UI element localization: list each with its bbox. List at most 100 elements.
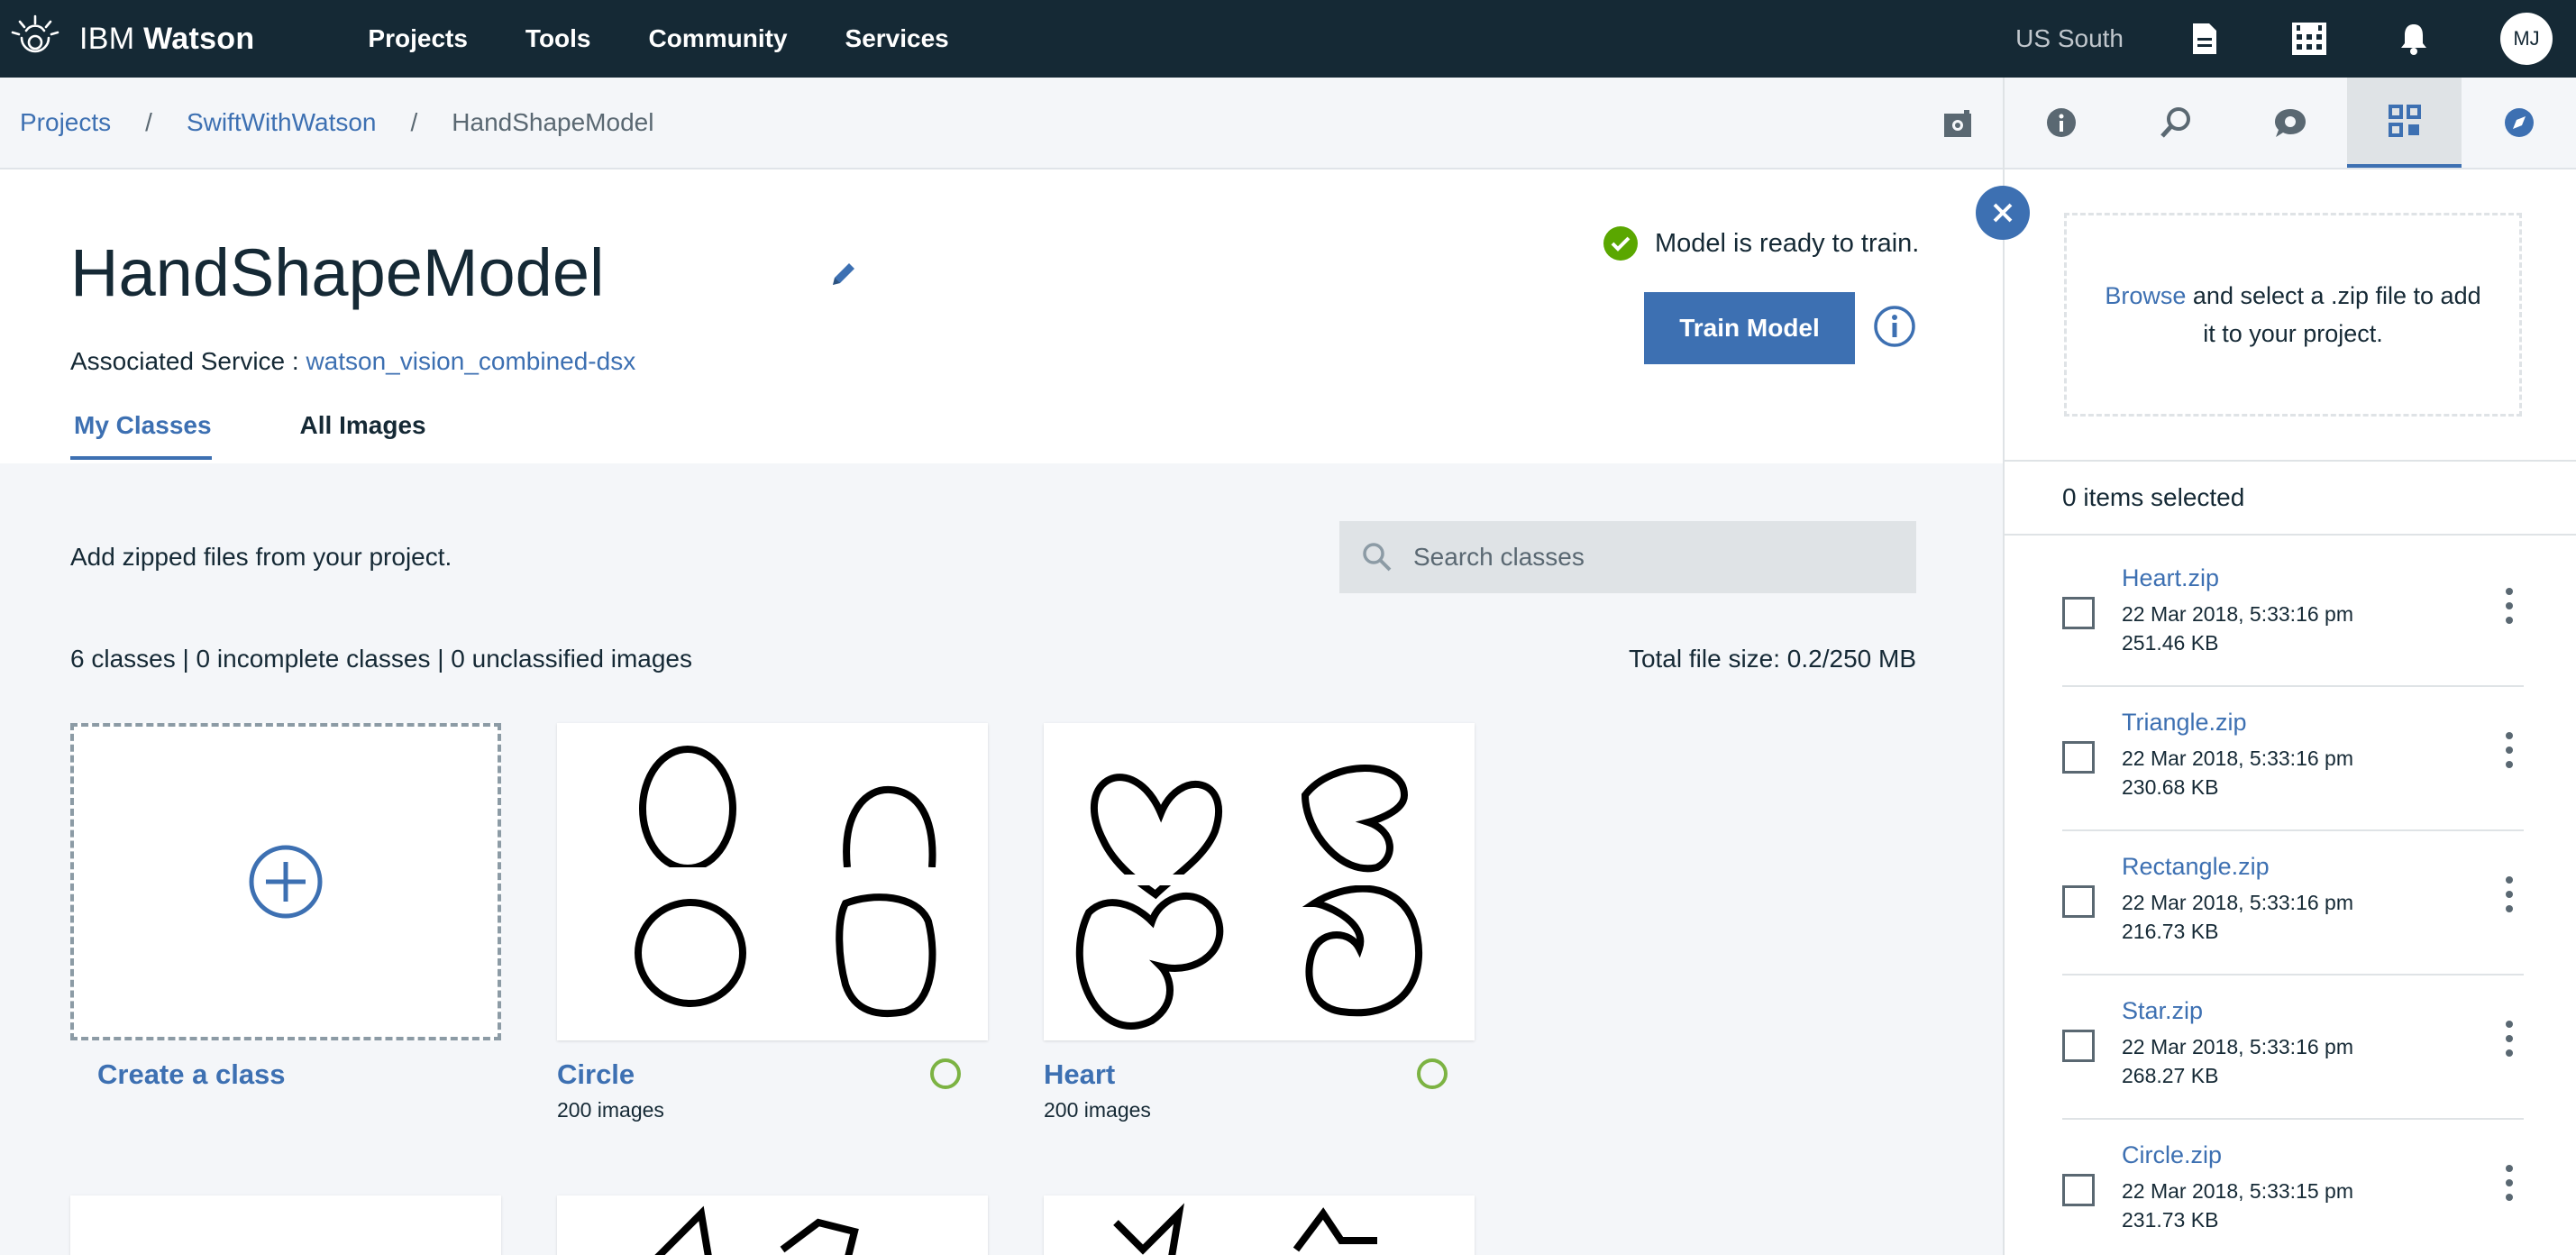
- edit-pencil-icon[interactable]: [827, 258, 860, 290]
- overflow-menu-icon[interactable]: [2504, 588, 2515, 631]
- file-size: 231.73 KB: [2122, 1208, 2219, 1232]
- settings-tool-icon[interactable]: [1941, 108, 1974, 141]
- class-thumbnail[interactable]: [1044, 723, 1475, 1040]
- info-icon[interactable]: [1873, 305, 1916, 348]
- brand-name: IBM Watson: [79, 21, 255, 56]
- search-input[interactable]: [1413, 543, 1900, 572]
- heart-samples-image: [1044, 723, 1475, 1040]
- add-circle-icon: [249, 845, 323, 919]
- file-name[interactable]: Rectangle.zip: [2122, 853, 2270, 881]
- file-checkbox[interactable]: [2062, 1174, 2095, 1206]
- class-name[interactable]: Heart: [1044, 1058, 1475, 1091]
- file-date: 22 Mar 2018, 5:33:16 pm: [2122, 1035, 2353, 1058]
- region-selector[interactable]: US South: [2015, 24, 2124, 53]
- star-samples-image: [1113, 1203, 1377, 1255]
- tab-all-images[interactable]: All Images: [300, 411, 426, 460]
- panel-tab-compass[interactable]: [2462, 78, 2576, 168]
- file-list-item[interactable]: Heart.zip 22 Mar 2018, 5:33:16 pm 251.46…: [2062, 543, 2524, 687]
- file-checkbox[interactable]: [2062, 741, 2095, 774]
- nav-projects[interactable]: Projects: [368, 24, 468, 53]
- file-list-item[interactable]: Star.zip 22 Mar 2018, 5:33:16 pm 268.27 …: [2062, 976, 2524, 1120]
- chat-icon: [2274, 109, 2306, 137]
- file-checkbox[interactable]: [2062, 597, 2095, 629]
- file-list-item[interactable]: Triangle.zip 22 Mar 2018, 5:33:16 pm 230…: [2062, 687, 2524, 831]
- file-size: 251.46 KB: [2122, 631, 2219, 655]
- class-card-partial[interactable]: [70, 1195, 501, 1255]
- breadcrumb: Projects / SwiftWithWatson / HandShapeMo…: [0, 78, 2003, 169]
- file-list-item[interactable]: Circle.zip 22 Mar 2018, 5:33:15 pm 231.7…: [2062, 1120, 2524, 1255]
- info-icon: [2047, 108, 2077, 137]
- class-tabs: My Classes All Images: [70, 411, 515, 460]
- circle-samples-image: [557, 723, 988, 1040]
- page-title: HandShapeModel: [70, 235, 605, 310]
- file-name[interactable]: Heart.zip: [2122, 564, 2219, 592]
- data-search-icon: [2160, 107, 2191, 138]
- instruction-text: Add zipped files from your project.: [70, 543, 452, 571]
- class-card-circle[interactable]: Circle 200 images: [557, 723, 988, 1122]
- class-counts: 6 classes | 0 incomplete classes | 0 unc…: [70, 645, 692, 673]
- watson-logo-icon: [11, 14, 59, 53]
- associated-service: Associated Service : watson_vision_combi…: [70, 347, 635, 376]
- class-thumbnail[interactable]: [557, 723, 988, 1040]
- model-header: HandShapeModel Associated Service : wats…: [0, 169, 2003, 463]
- apps-grid-icon[interactable]: [2291, 21, 2327, 57]
- file-list-item[interactable]: Rectangle.zip 22 Mar 2018, 5:33:16 pm 21…: [2062, 831, 2524, 976]
- triangle-samples-image: [654, 1205, 859, 1255]
- checkmark-success-icon: [1603, 226, 1638, 261]
- model-status: Model is ready to train.: [1603, 225, 1919, 261]
- create-class-dropzone[interactable]: [70, 723, 501, 1040]
- overflow-menu-icon[interactable]: [2504, 1165, 2515, 1208]
- notification-bell-icon[interactable]: [2396, 21, 2432, 57]
- class-card-heart[interactable]: Heart 200 images: [1044, 723, 1475, 1122]
- search-classes[interactable]: [1339, 521, 1916, 593]
- create-class-label[interactable]: Create a class: [97, 1058, 501, 1091]
- file-name[interactable]: Circle.zip: [2122, 1141, 2222, 1169]
- class-name[interactable]: Circle: [557, 1058, 988, 1091]
- panel-tab-search[interactable]: [2119, 78, 2233, 168]
- overflow-menu-icon[interactable]: [2504, 1021, 2515, 1064]
- data-assets-icon: [2388, 105, 2421, 137]
- close-panel-button[interactable]: [1976, 186, 2030, 240]
- file-name[interactable]: Star.zip: [2122, 997, 2203, 1025]
- breadcrumb-separator: /: [410, 108, 418, 136]
- class-image-count: 200 images: [557, 1098, 664, 1122]
- file-size: 230.68 KB: [2122, 775, 2219, 799]
- nav-community[interactable]: Community: [649, 24, 788, 53]
- file-checkbox[interactable]: [2062, 885, 2095, 918]
- overflow-menu-icon[interactable]: [2504, 876, 2515, 920]
- file-checkbox[interactable]: [2062, 1030, 2095, 1062]
- associated-service-link[interactable]: watson_vision_combined-dsx: [306, 347, 635, 375]
- breadcrumb-projects[interactable]: Projects: [20, 108, 111, 137]
- user-avatar[interactable]: MJ: [2500, 13, 2553, 65]
- file-name[interactable]: Triangle.zip: [2122, 709, 2247, 737]
- panel-tab-info[interactable]: [2005, 78, 2119, 168]
- tab-my-classes[interactable]: My Classes: [70, 411, 212, 460]
- top-navigation-bar: IBM Watson Projects Tools Community Serv…: [0, 0, 2576, 78]
- top-right-controls: US South MJ: [2015, 0, 2576, 78]
- selection-count: 0 items selected: [2005, 460, 2576, 536]
- close-icon: [1993, 203, 2013, 223]
- panel-tab-chat[interactable]: [2233, 78, 2348, 168]
- panel-tabs: [2005, 78, 2576, 169]
- create-class-card[interactable]: Create a class: [70, 723, 501, 1091]
- dropzone-instruction: and select a .zip file to add it to your…: [2186, 282, 2481, 347]
- file-size: 268.27 KB: [2122, 1064, 2219, 1087]
- panel-tab-data-assets[interactable]: [2347, 78, 2462, 168]
- nav-services[interactable]: Services: [845, 24, 949, 53]
- compass-icon: [2504, 108, 2534, 137]
- browse-link[interactable]: Browse: [2105, 282, 2186, 309]
- breadcrumb-separator: /: [145, 108, 152, 136]
- brand[interactable]: IBM Watson: [9, 13, 254, 65]
- right-side-panel: Browse and select a .zip file to add it …: [2003, 78, 2576, 1255]
- nav-tools[interactable]: Tools: [525, 24, 591, 53]
- train-model-button[interactable]: Train Model: [1644, 292, 1855, 364]
- file-dropzone[interactable]: Browse and select a .zip file to add it …: [2064, 213, 2522, 417]
- dropzone-text: Browse and select a .zip file to add it …: [2103, 277, 2483, 353]
- file-size: 216.73 KB: [2122, 920, 2219, 943]
- document-icon[interactable]: [2187, 21, 2223, 57]
- breadcrumb-project[interactable]: SwiftWithWatson: [187, 108, 377, 137]
- overflow-menu-icon[interactable]: [2504, 732, 2515, 775]
- class-card-partial[interactable]: [1044, 1195, 1475, 1255]
- class-card-partial[interactable]: [557, 1195, 988, 1255]
- file-date: 22 Mar 2018, 5:33:16 pm: [2122, 891, 2353, 914]
